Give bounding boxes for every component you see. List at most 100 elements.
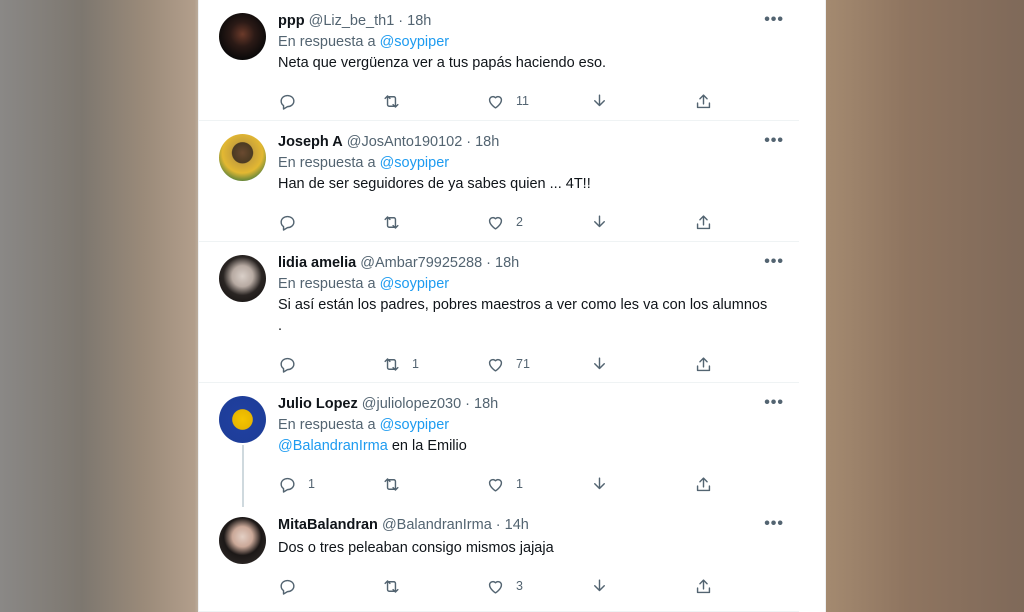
tweet-header: ppp @Liz_be_th1 · 18h bbox=[278, 12, 771, 31]
download-icon bbox=[594, 93, 605, 106]
tweet-header: lidia amelia @Ambar79925288 · 18h bbox=[278, 254, 771, 273]
heart-icon bbox=[488, 580, 503, 594]
tweet[interactable]: ••• ppp @Liz_be_th1 · 18h En respuesta a @… bbox=[199, 0, 799, 121]
avatar[interactable] bbox=[219, 134, 266, 181]
user-handle[interactable]: @juliolopez030 bbox=[362, 396, 461, 412]
separator-dot: · bbox=[495, 517, 501, 533]
tweet-actions: 1 1 bbox=[278, 464, 771, 504]
more-options-icon[interactable]: ••• bbox=[764, 515, 784, 533]
thread-connector-line bbox=[242, 445, 244, 507]
replying-to: En respuesta a @soypiper bbox=[278, 31, 771, 53]
separator-dot: · bbox=[466, 134, 472, 150]
display-name[interactable]: lidia amelia bbox=[278, 255, 356, 271]
share-button[interactable] bbox=[694, 475, 724, 494]
mention-link[interactable]: @BalandranIrma bbox=[278, 438, 388, 454]
retweet-icon bbox=[384, 94, 399, 108]
display-name[interactable]: MitaBalandran bbox=[278, 517, 378, 533]
replying-to-label: En respuesta a bbox=[278, 417, 376, 433]
replying-to-label: En respuesta a bbox=[278, 155, 376, 171]
more-options-icon[interactable]: ••• bbox=[764, 394, 784, 412]
like-button[interactable]: 11 bbox=[486, 92, 590, 111]
replies-panel: ••• ppp @Liz_be_th1 · 18h En respuesta a @… bbox=[198, 0, 826, 612]
display-name[interactable]: Joseph A bbox=[278, 134, 343, 150]
download-icon bbox=[594, 476, 605, 489]
separator-dot: · bbox=[398, 13, 404, 29]
tweet[interactable]: ••• lidia amelia @Ambar79925288 · 18h En r… bbox=[199, 242, 799, 383]
reply-button[interactable] bbox=[278, 92, 382, 111]
retweet-button[interactable] bbox=[382, 475, 486, 494]
timestamp[interactable]: 18h bbox=[495, 255, 519, 271]
tweet-text: Dos o tres peleaban consigo mismos jajaj… bbox=[278, 540, 554, 556]
reply-button[interactable]: 1 bbox=[278, 475, 382, 494]
tweet[interactable]: ••• Joseph A @JosAnto190102 · 18h En respu… bbox=[199, 121, 799, 242]
like-button[interactable]: 3 bbox=[486, 577, 590, 596]
share-button[interactable] bbox=[694, 92, 724, 111]
download-button[interactable] bbox=[590, 475, 694, 494]
replying-to: En respuesta a @soypiper bbox=[278, 152, 771, 174]
reply-icon bbox=[280, 215, 295, 231]
reply-icon bbox=[280, 579, 295, 595]
avatar[interactable] bbox=[219, 517, 266, 564]
retweet-button[interactable] bbox=[382, 577, 486, 596]
like-button[interactable]: 1 bbox=[486, 475, 590, 494]
share-button[interactable] bbox=[694, 355, 724, 374]
reply-button[interactable] bbox=[278, 577, 382, 596]
display-name[interactable]: Julio Lopez bbox=[278, 396, 358, 412]
avatar[interactable] bbox=[219, 396, 266, 443]
like-count: 71 bbox=[516, 357, 530, 371]
user-handle[interactable]: @Liz_be_th1 bbox=[309, 13, 395, 29]
retweet-icon bbox=[384, 357, 399, 371]
avatar[interactable] bbox=[219, 255, 266, 302]
reply-icon bbox=[280, 477, 295, 493]
reply-button[interactable] bbox=[278, 213, 382, 232]
replying-to-link[interactable]: @soypiper bbox=[380, 155, 450, 171]
avatar[interactable] bbox=[219, 13, 266, 60]
replying-to: En respuesta a @soypiper bbox=[278, 414, 771, 436]
more-options-icon[interactable]: ••• bbox=[764, 132, 784, 150]
retweet-button[interactable]: 1 bbox=[382, 355, 486, 374]
tweet-text: Si así están los padres, pobres maestros… bbox=[278, 297, 768, 334]
tweet[interactable]: ••• MitaBalandran @BalandranIrma · 14h Dos… bbox=[199, 504, 799, 612]
timestamp[interactable]: 18h bbox=[474, 396, 498, 412]
download-button[interactable] bbox=[590, 92, 694, 111]
user-handle[interactable]: @JosAnto190102 bbox=[347, 134, 463, 150]
share-button[interactable] bbox=[694, 213, 724, 232]
like-count: 3 bbox=[516, 579, 523, 593]
tweet-text: Neta que vergüenza ver a tus papás hacie… bbox=[278, 55, 607, 71]
replying-to-link[interactable]: @soypiper bbox=[380, 417, 450, 433]
replying-to-link[interactable]: @soypiper bbox=[380, 276, 450, 292]
tweet-text-content: en la Emilio bbox=[391, 438, 467, 454]
more-options-icon[interactable]: ••• bbox=[764, 253, 784, 271]
like-count: 2 bbox=[516, 215, 523, 229]
retweet-count: 1 bbox=[412, 357, 419, 371]
download-button[interactable] bbox=[590, 213, 694, 232]
reply-icon bbox=[280, 94, 295, 110]
heart-icon bbox=[488, 478, 503, 492]
heart-icon bbox=[488, 95, 503, 109]
like-button[interactable]: 2 bbox=[486, 213, 590, 232]
timestamp[interactable]: 18h bbox=[407, 13, 431, 29]
retweet-button[interactable] bbox=[382, 213, 486, 232]
download-button[interactable] bbox=[590, 355, 694, 374]
timestamp[interactable]: 18h bbox=[475, 134, 499, 150]
share-icon bbox=[696, 214, 711, 229]
like-button[interactable]: 71 bbox=[486, 355, 590, 374]
retweet-icon bbox=[384, 215, 399, 229]
more-options-icon[interactable]: ••• bbox=[764, 11, 784, 29]
replying-to-link[interactable]: @soypiper bbox=[380, 34, 450, 50]
retweet-button[interactable] bbox=[382, 92, 486, 111]
tweet-actions: 2 bbox=[278, 202, 771, 242]
share-button[interactable] bbox=[694, 577, 724, 596]
share-icon bbox=[696, 356, 711, 371]
heart-icon bbox=[488, 358, 503, 372]
reply-feed: ••• ppp @Liz_be_th1 · 18h En respuesta a @… bbox=[199, 0, 799, 612]
download-button[interactable] bbox=[590, 577, 694, 596]
tweet-header: Julio Lopez @juliolopez030 · 18h bbox=[278, 395, 771, 414]
user-handle[interactable]: @Ambar79925288 bbox=[360, 255, 482, 271]
user-handle[interactable]: @BalandranIrma bbox=[382, 517, 492, 533]
tweet-text: Han de ser seguidores de ya sabes quien … bbox=[278, 176, 591, 192]
timestamp[interactable]: 14h bbox=[505, 517, 529, 533]
reply-button[interactable] bbox=[278, 355, 382, 374]
tweet[interactable]: ••• Julio Lopez @juliolopez030 · 18h En re… bbox=[199, 383, 799, 507]
display-name[interactable]: ppp bbox=[278, 13, 305, 29]
